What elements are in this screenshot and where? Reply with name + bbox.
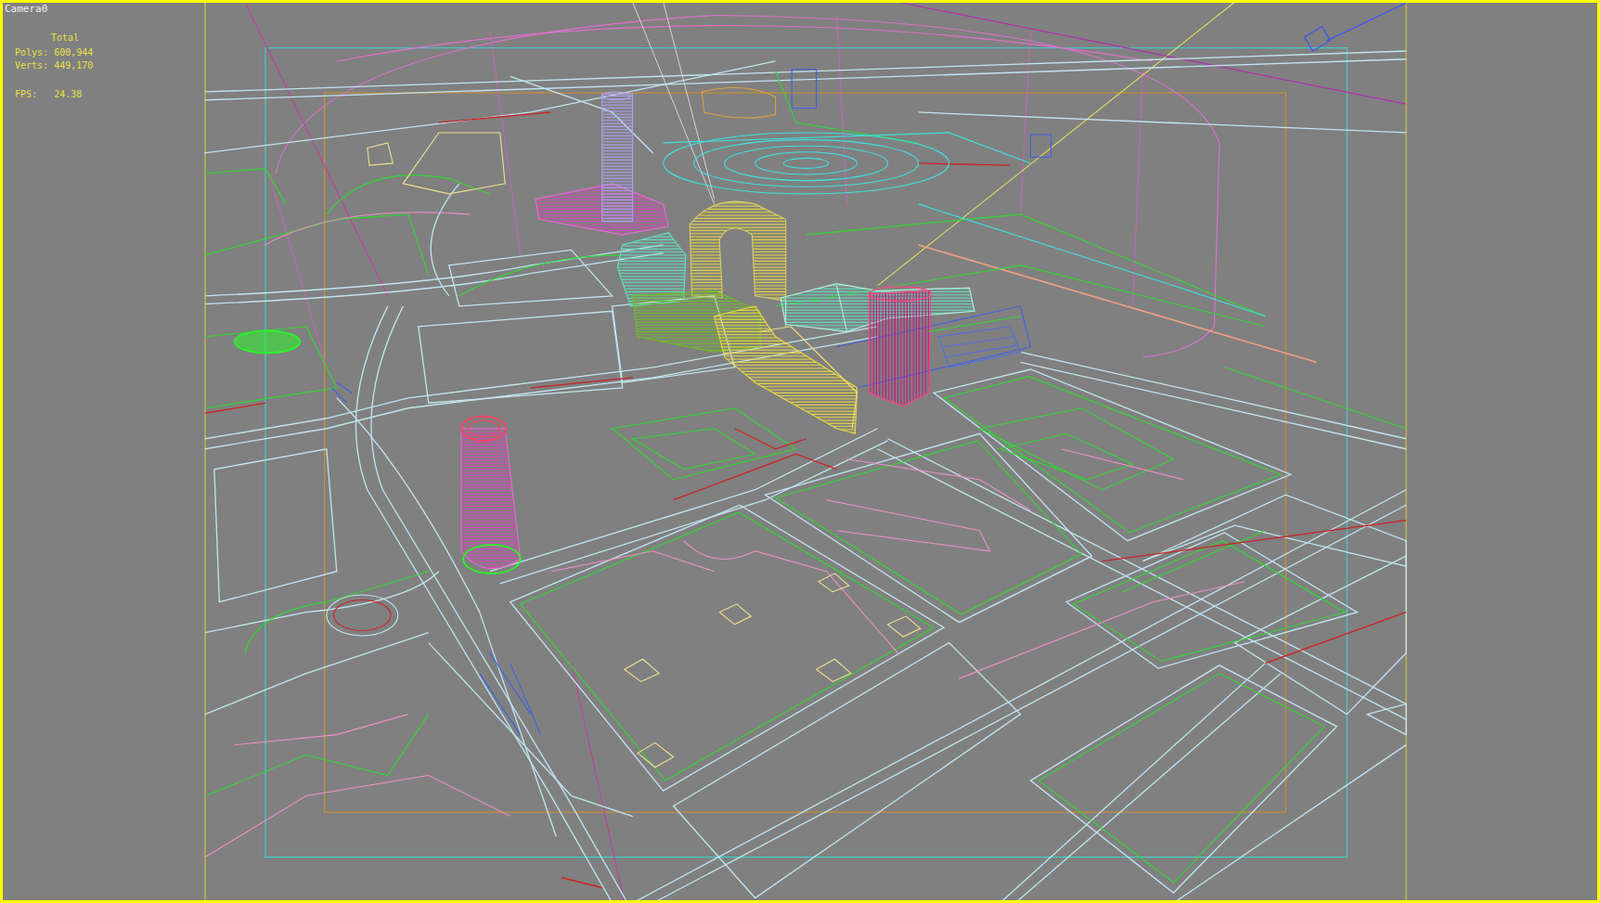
scene-wireframe[interactable] <box>0 0 1600 903</box>
fps-count: FPS: 24.38 <box>14 88 93 102</box>
verts-count: Verts: 449,170 <box>14 59 93 73</box>
viewport-label[interactable]: Camera0 <box>4 2 48 15</box>
stats-panel: Total Polys: 600,944 Verts: 449,170 FPS:… <box>14 31 93 102</box>
pink-tower[interactable] <box>869 286 931 407</box>
cylinder-tower[interactable] <box>461 416 521 574</box>
arch-building[interactable] <box>689 201 786 301</box>
blue-lowrise[interactable] <box>929 316 1021 368</box>
camera-viewport[interactable]: Camera0 Total Polys: 600,944 Verts: 449,… <box>0 0 1600 903</box>
stats-title: Total <box>14 31 93 45</box>
polys-count: Polys: 600,944 <box>14 46 93 60</box>
viewport-border <box>0 0 1600 903</box>
camera-icon[interactable] <box>1304 26 1331 52</box>
tower-lavender[interactable] <box>535 91 669 235</box>
